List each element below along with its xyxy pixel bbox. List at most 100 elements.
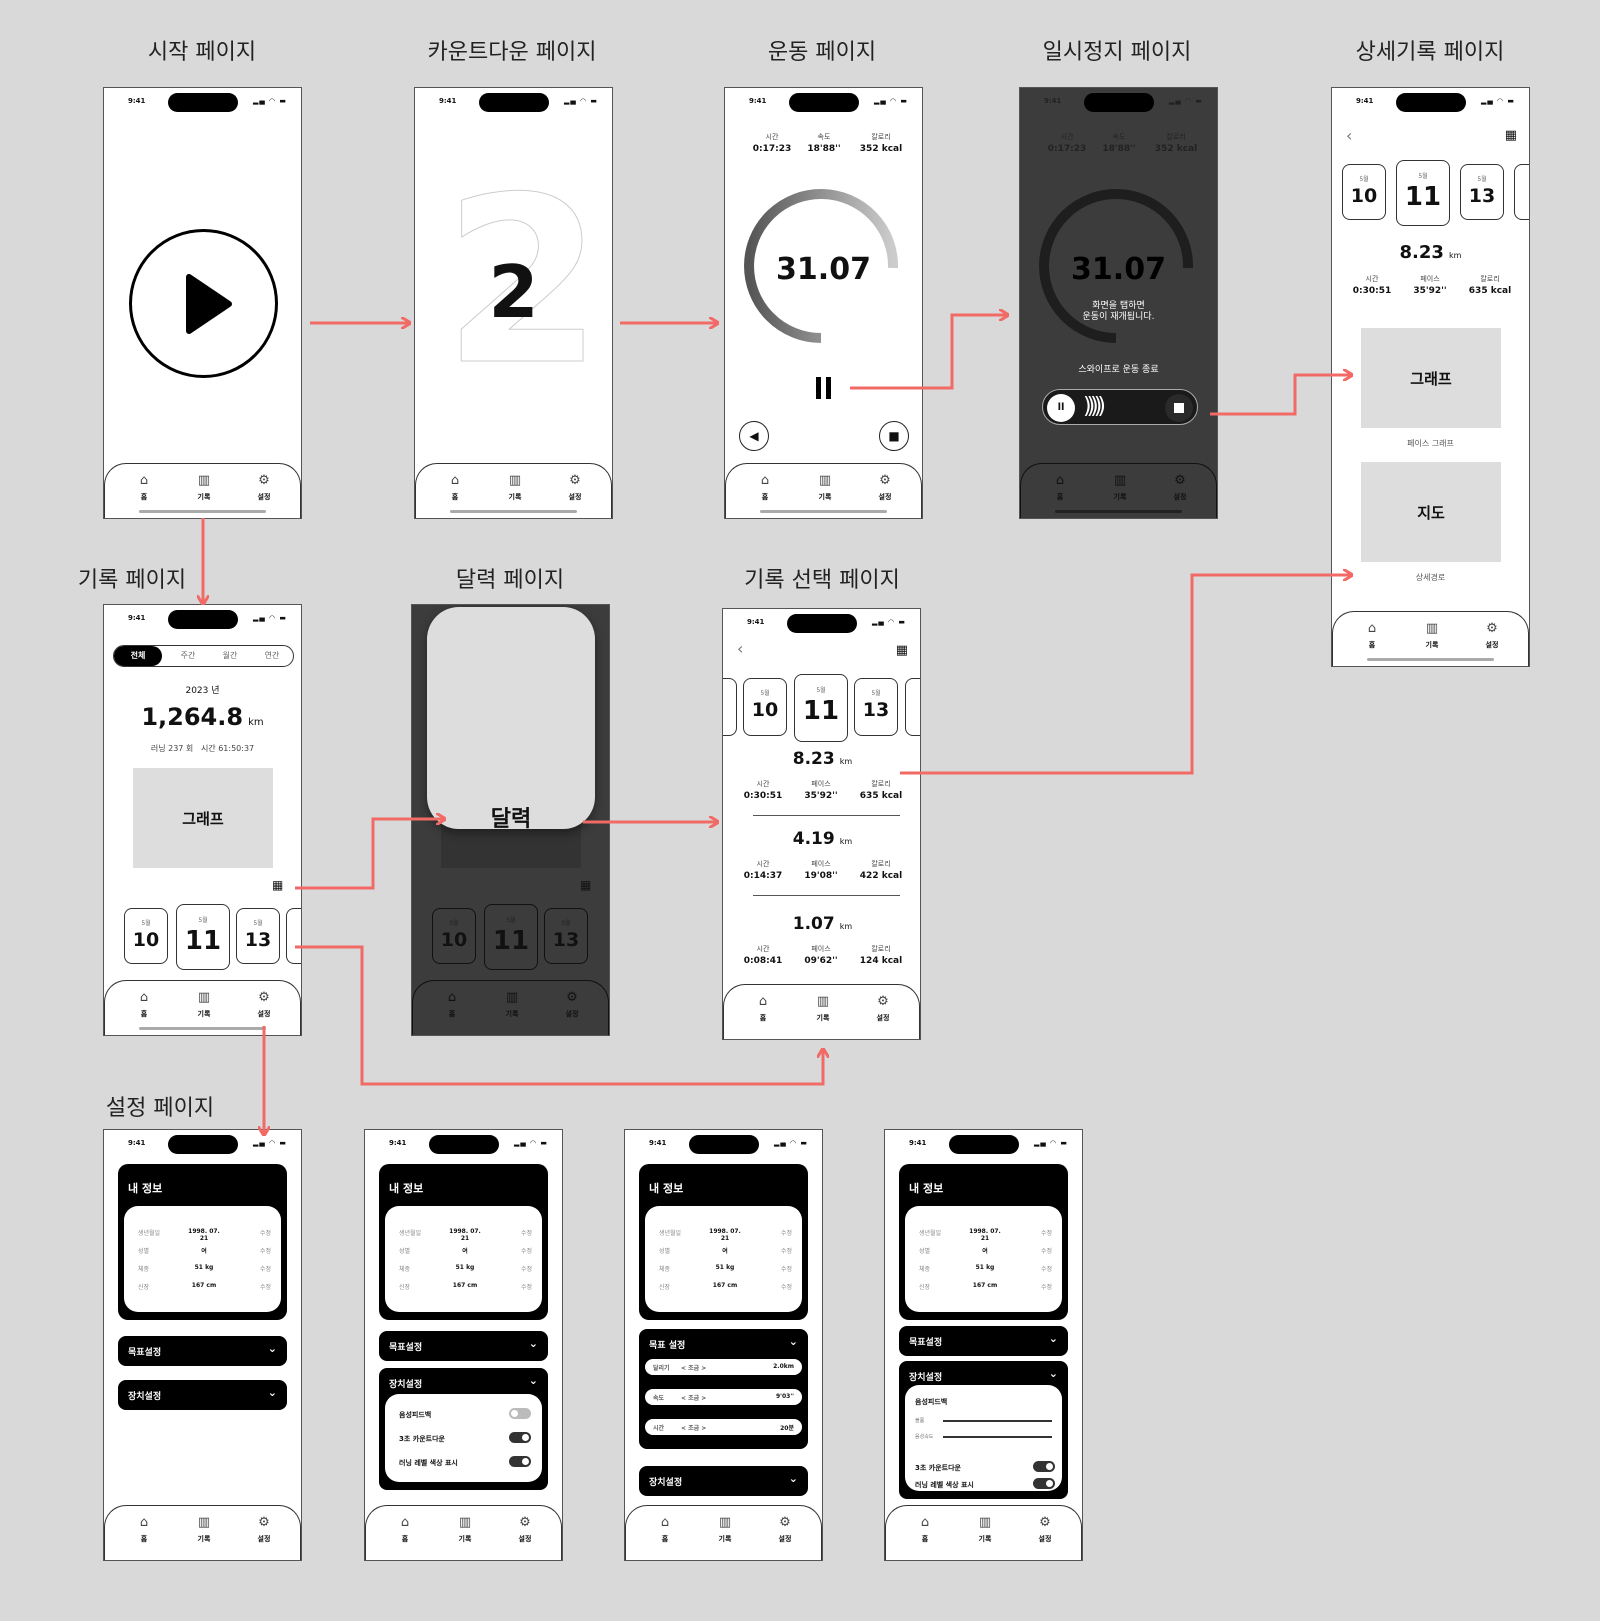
tab-records[interactable]: ▥ 기록 (445, 1515, 485, 1544)
tab-home[interactable]: ⌂ 홈 (743, 994, 783, 1023)
date-card-edge[interactable] (286, 908, 301, 964)
date-card[interactable]: 5월 10 (1342, 164, 1386, 220)
date-card-edge[interactable] (1514, 164, 1529, 220)
goal-run-stepper[interactable]: 달리기 < 조금 > 2.0km (645, 1359, 802, 1375)
back-icon[interactable]: ‹ (1346, 126, 1352, 145)
tab-home[interactable]: ⌂ 홈 (745, 473, 785, 502)
date-card[interactable]: 5월 13 (1460, 164, 1504, 220)
device-settings-toggle[interactable]: 장치설정 ⌄ (118, 1380, 287, 1410)
tab-records[interactable]: ▥ 기록 (805, 473, 845, 502)
play-button[interactable] (129, 229, 278, 378)
tab-records[interactable]: ▥ 기록 (184, 473, 224, 502)
edit-link[interactable]: 수정 (1041, 1282, 1052, 1291)
tab-records[interactable]: ▥ 기록 (184, 1515, 224, 1544)
tab-records[interactable]: ▥ 기록 (184, 990, 224, 1019)
edit-link[interactable]: 수정 (1041, 1264, 1052, 1273)
edit-link[interactable]: 수정 (260, 1282, 271, 1291)
tab-settings[interactable]: ⚙ 설정 (863, 994, 903, 1023)
tab-home[interactable]: ⌂ 홈 (124, 990, 164, 1019)
segment-year[interactable]: 연간 (254, 646, 290, 666)
back-icon[interactable]: ‹ (737, 639, 743, 658)
edit-link[interactable]: 수정 (260, 1228, 271, 1237)
chevron-down-icon[interactable]: ⌄ (1049, 1367, 1058, 1380)
volume-slider[interactable] (943, 1420, 1052, 1422)
level-color-toggle[interactable] (1033, 1478, 1055, 1489)
edit-link[interactable]: 수정 (521, 1282, 532, 1291)
goal-settings-toggle[interactable]: 목표설정 ⌄ (899, 1326, 1068, 1356)
date-card-edge[interactable] (905, 678, 920, 736)
tab-home[interactable]: ⌂ 홈 (645, 1515, 685, 1544)
date-card-selected[interactable]: 5월 11 (1396, 160, 1450, 226)
edit-link[interactable]: 수정 (1041, 1228, 1052, 1237)
tab-settings[interactable]: ⚙ 설정 (1160, 473, 1200, 502)
edit-link[interactable]: 수정 (781, 1246, 792, 1255)
tab-settings[interactable]: ⚙ 설정 (244, 1515, 284, 1544)
tab-home[interactable]: ⌂ 홈 (435, 473, 475, 502)
tab-settings[interactable]: ⚙ 설정 (244, 473, 284, 502)
level-color-toggle[interactable] (509, 1456, 531, 1467)
date-card[interactable]: 5월 13 (854, 678, 898, 736)
goal-time-stepper[interactable]: 시간 < 조금 > 20분 (645, 1419, 802, 1435)
stop-icon[interactable] (1165, 394, 1193, 422)
tab-records[interactable]: ▥ 기록 (965, 1515, 1005, 1544)
record-item[interactable]: 4.19 km 시간 0:14:37 페이스 19'08'' 칼로리 422 kcal (723, 829, 920, 909)
edit-link[interactable]: 수정 (521, 1264, 532, 1273)
tab-settings[interactable]: ⚙ 설정 (1025, 1515, 1065, 1544)
tab-settings[interactable]: ⚙ 설정 (555, 473, 595, 502)
tab-records[interactable]: ▥ 기록 (492, 990, 532, 1019)
tab-settings[interactable]: ⚙ 설정 (865, 473, 905, 502)
tab-records[interactable]: ▥ 기록 (803, 994, 843, 1023)
edit-link[interactable]: 수정 (521, 1246, 532, 1255)
edit-link[interactable]: 수정 (781, 1264, 792, 1273)
calendar-icon[interactable]: ▦ (272, 878, 283, 892)
sound-button[interactable]: ◀ (739, 421, 769, 451)
edit-link[interactable]: 수정 (1041, 1246, 1052, 1255)
goal-settings-toggle[interactable]: 목표설정 ⌄ (379, 1331, 548, 1361)
date-card[interactable]: 5월 10 (124, 908, 168, 964)
segment-week[interactable]: 주간 (170, 646, 206, 666)
tab-home[interactable]: ⌂ 홈 (1040, 473, 1080, 502)
date-card[interactable]: 5월 10 (743, 678, 787, 736)
tab-home[interactable]: ⌂ 홈 (385, 1515, 425, 1544)
tab-settings[interactable]: ⚙ 설정 (244, 990, 284, 1019)
tab-home[interactable]: ⌂ 홈 (905, 1515, 945, 1544)
edit-link[interactable]: 수정 (260, 1264, 271, 1273)
edit-link[interactable]: 수정 (781, 1228, 792, 1237)
chevron-down-icon[interactable]: ⌄ (789, 1335, 798, 1348)
segment-all[interactable]: 전체 (114, 646, 162, 666)
lock-button[interactable]: ■ (879, 421, 909, 451)
date-card-selected[interactable]: 5월 11 (794, 674, 848, 742)
edit-link[interactable]: 수정 (260, 1246, 271, 1255)
countdown-toggle[interactable] (509, 1432, 531, 1443)
calendar-icon[interactable]: ▦ (896, 643, 908, 658)
tab-settings[interactable]: ⚙ 설정 (765, 1515, 805, 1544)
goal-settings-toggle[interactable]: 목표설정 ⌄ (118, 1336, 287, 1366)
segment-month[interactable]: 월간 (212, 646, 248, 666)
device-settings-toggle[interactable]: 장치설정 ⌄ (639, 1466, 808, 1496)
date-card-edge[interactable] (723, 678, 737, 736)
tab-settings[interactable]: ⚙ 설정 (552, 990, 592, 1019)
tab-settings[interactable]: ⚙ 설정 (505, 1515, 545, 1544)
tab-records[interactable]: ▥ 기록 (1100, 473, 1140, 502)
slider-knob[interactable]: ll (1047, 394, 1075, 422)
tab-records[interactable]: ▥ 기록 (495, 473, 535, 502)
tab-home[interactable]: ⌂ 홈 (1352, 621, 1392, 650)
date-card[interactable]: 5월 13 (236, 908, 280, 964)
calendar-popup[interactable]: 달력 (427, 607, 595, 832)
tab-home[interactable]: ⌂ 홈 (432, 990, 472, 1019)
pause-button[interactable] (814, 377, 834, 399)
date-card-selected[interactable]: 5월 11 (176, 904, 230, 970)
record-item[interactable]: 1.07 km 시간 0:08:41 페이스 09'62'' 칼로리 124 kcal (723, 914, 920, 994)
tab-records[interactable]: ▥ 기록 (1412, 621, 1452, 650)
voice-speed-slider[interactable] (943, 1436, 1052, 1438)
goal-pace-stepper[interactable]: 속도 < 조금 > 9'03'' (645, 1389, 802, 1405)
calendar-icon[interactable]: ▦ (1505, 128, 1517, 143)
record-item[interactable]: 8.23 km 시간 0:30:51 페이스 35'92'' 칼로리 635 kcal (723, 749, 920, 829)
voice-feedback-toggle[interactable] (509, 1408, 531, 1419)
edit-link[interactable]: 수정 (781, 1282, 792, 1291)
swipe-end-slider[interactable]: ll ))))) (1042, 389, 1198, 425)
countdown-toggle[interactable] (1033, 1461, 1055, 1472)
tab-settings[interactable]: ⚙ 설정 (1472, 621, 1512, 650)
edit-link[interactable]: 수정 (521, 1228, 532, 1237)
tab-records[interactable]: ▥ 기록 (705, 1515, 745, 1544)
